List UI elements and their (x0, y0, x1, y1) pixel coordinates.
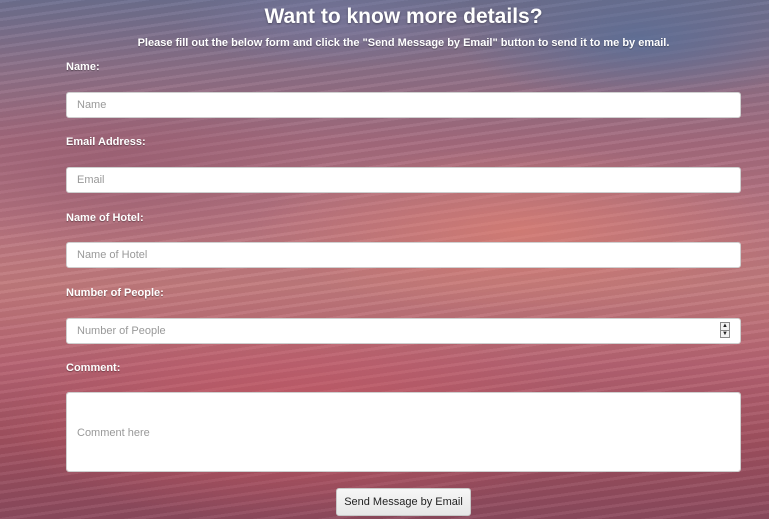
email-input[interactable] (66, 167, 741, 193)
comment-textarea[interactable] (66, 392, 741, 472)
send-message-button[interactable]: Send Message by Email (336, 488, 471, 516)
email-label: Email Address: (66, 136, 146, 148)
page-title: Want to know more details? (264, 5, 543, 28)
comment-label: Comment: (66, 362, 121, 374)
number-spinner[interactable]: ▲ ▼ (720, 322, 730, 338)
name-label: Name: (66, 61, 100, 73)
page-subtitle: Please fill out the below form and click… (137, 37, 670, 49)
name-input[interactable] (66, 92, 741, 118)
spinner-down-icon[interactable]: ▼ (721, 329, 729, 338)
hotel-input[interactable] (66, 242, 741, 268)
people-label: Number of People: (66, 287, 164, 299)
people-input[interactable] (66, 318, 741, 344)
people-field-wrapper: ▲ ▼ (66, 318, 741, 344)
hotel-label: Name of Hotel: (66, 212, 144, 224)
